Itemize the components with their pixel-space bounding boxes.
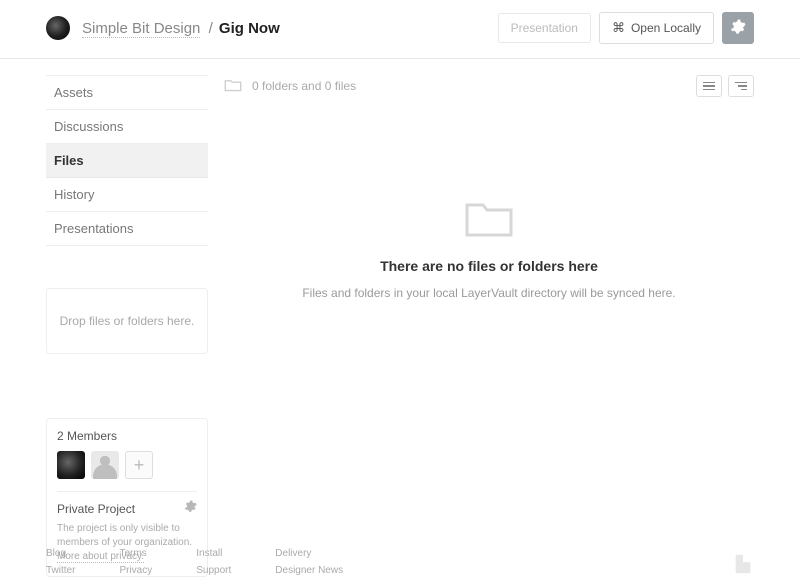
privacy-settings-button[interactable]	[184, 500, 197, 516]
breadcrumb: Simple Bit Design / Gig Now	[82, 20, 280, 37]
footer: Blog Twitter Terms Privacy Install Suppo…	[46, 548, 754, 576]
folder-meta: 0 folders and 0 files	[224, 78, 356, 95]
main: 0 folders and 0 files There are no files…	[224, 75, 754, 577]
command-icon: ⌘	[612, 20, 625, 36]
members-title: 2 Members	[57, 429, 197, 443]
presentation-button[interactable]: Presentation	[498, 13, 591, 43]
folder-icon	[224, 78, 242, 95]
member-avatar[interactable]	[57, 451, 85, 479]
dropzone[interactable]: Drop files or folders here.	[46, 288, 208, 354]
settings-button[interactable]	[722, 12, 754, 44]
main-toolbar: 0 folders and 0 files	[224, 75, 754, 97]
breadcrumb-parent[interactable]: Simple Bit Design	[82, 20, 200, 38]
footer-link-privacy[interactable]: Privacy	[119, 565, 152, 576]
empty-subtitle: Files and folders in your local LayerVau…	[224, 284, 754, 302]
header-actions: Presentation ⌘ Open Locally	[498, 12, 754, 44]
sidebar-item-discussions[interactable]: Discussions	[46, 110, 208, 144]
privacy-title: Private Project	[57, 502, 197, 516]
tree-icon	[735, 82, 747, 91]
member-avatar[interactable]	[91, 451, 119, 479]
presentation-label: Presentation	[511, 21, 578, 35]
footer-link-blog[interactable]: Blog	[46, 548, 75, 559]
breadcrumb-sep: /	[209, 20, 213, 37]
members-row: +	[57, 451, 197, 479]
footer-link-support[interactable]: Support	[196, 565, 231, 576]
breadcrumb-current: Gig Now	[219, 20, 280, 37]
footer-link-terms[interactable]: Terms	[119, 548, 152, 559]
gear-icon	[730, 19, 746, 38]
footer-link-designer-news[interactable]: Designer News	[275, 565, 343, 576]
header: Simple Bit Design / Gig Now Presentation…	[0, 0, 800, 59]
footer-col: Terms Privacy	[119, 548, 152, 576]
footer-col: Delivery Designer News	[275, 548, 343, 576]
empty-state: There are no files or folders here Files…	[224, 197, 754, 302]
view-tree-button[interactable]	[728, 75, 754, 97]
footer-link-twitter[interactable]: Twitter	[46, 565, 75, 576]
sidebar-item-history[interactable]: History	[46, 178, 208, 212]
sidebar: Assets Discussions Files History Present…	[46, 75, 208, 577]
plus-icon: +	[134, 455, 145, 476]
content: Assets Discussions Files History Present…	[0, 59, 800, 577]
add-member-button[interactable]: +	[125, 451, 153, 479]
open-locally-button[interactable]: ⌘ Open Locally	[599, 12, 714, 44]
sidebar-nav: Assets Discussions Files History Present…	[46, 75, 208, 246]
empty-folder-icon	[224, 197, 754, 258]
footer-col: Install Support	[196, 548, 231, 576]
list-icon	[703, 82, 715, 91]
folder-count-text: 0 folders and 0 files	[252, 79, 356, 93]
footer-link-delivery[interactable]: Delivery	[275, 548, 343, 559]
footer-link-install[interactable]: Install	[196, 548, 231, 559]
privacy-text-body: The project is only visible to members o…	[57, 523, 192, 548]
sidebar-item-assets[interactable]: Assets	[46, 76, 208, 110]
sidebar-item-presentations[interactable]: Presentations	[46, 212, 208, 246]
footer-logo-icon	[732, 553, 754, 578]
sidebar-item-files[interactable]: Files	[46, 144, 208, 178]
open-locally-label: Open Locally	[631, 21, 701, 35]
org-avatar[interactable]	[46, 16, 70, 40]
empty-title: There are no files or folders here	[224, 258, 754, 274]
view-toggle	[696, 75, 754, 97]
footer-col: Blog Twitter	[46, 548, 75, 576]
dropzone-text: Drop files or folders here.	[60, 314, 195, 328]
view-list-button[interactable]	[696, 75, 722, 97]
